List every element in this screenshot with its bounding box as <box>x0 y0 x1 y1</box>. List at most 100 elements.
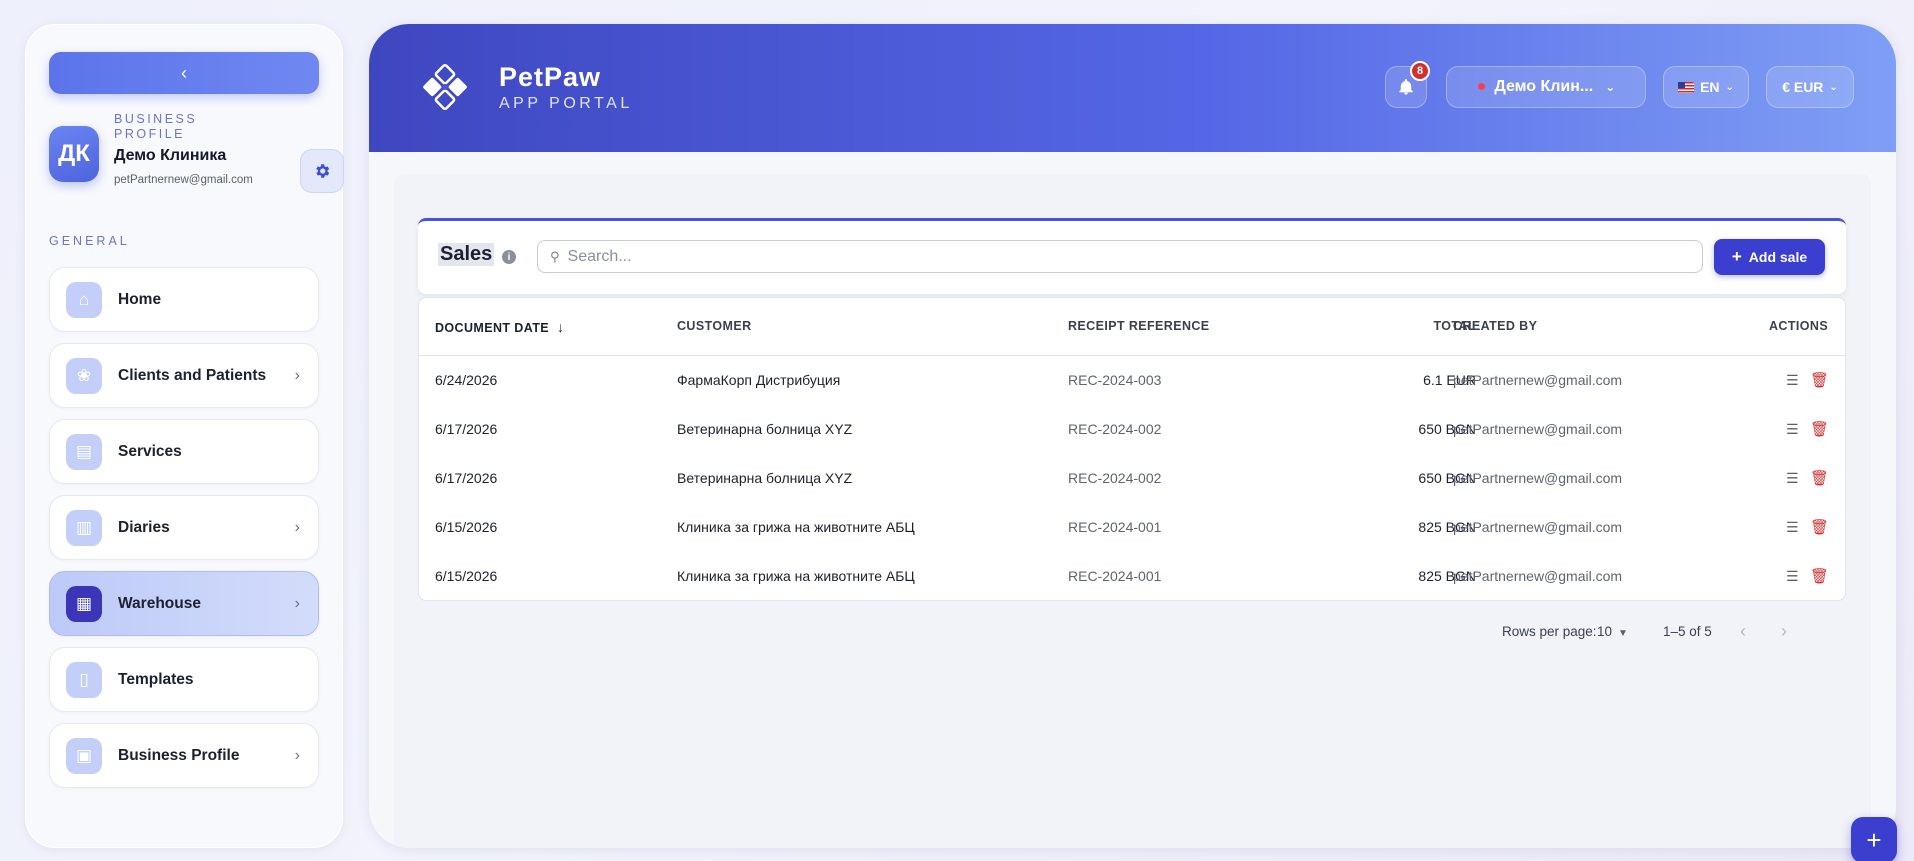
cell-created-by: petPartnernew@gmail.com <box>1453 568 1623 584</box>
plus-icon: + <box>1866 824 1882 855</box>
avatar: ДК <box>49 126 99 182</box>
column-header-customer[interactable]: CUSTOMER <box>677 319 752 333</box>
profile-name: Демо Клиника <box>114 147 227 164</box>
cell-receipt: REC-2024-002 <box>1068 470 1162 486</box>
book-icon: ▥ <box>66 509 102 546</box>
table-row[interactable]: 6/17/2026 Ветеринарна болница XYZ REC-20… <box>419 405 1845 454</box>
sidebar-item-label: Templates <box>118 670 194 688</box>
search-input[interactable] <box>567 247 1668 266</box>
table-row[interactable]: 6/24/2026 ФармаКорп Дистрибуция REC-2024… <box>419 356 1845 405</box>
sidebar-item-services[interactable]: ▤ Services <box>49 419 319 484</box>
sidebar-item-label: Diaries <box>118 518 170 536</box>
sidebar: ‹ ДК BUSINESS PROFILE Демо Клиника petPa… <box>25 24 344 848</box>
brand-name: PetPaw <box>499 62 602 92</box>
bell-icon <box>1399 79 1413 95</box>
floating-add-button[interactable]: + <box>1851 817 1897 861</box>
caret-down-icon: ▼ <box>1618 628 1628 639</box>
chevron-left-icon: ‹ <box>181 62 187 83</box>
search-box[interactable]: ⚲ <box>537 240 1703 273</box>
details-list-icon[interactable]: ☰ <box>1786 519 1799 536</box>
cell-receipt: REC-2024-003 <box>1068 372 1162 388</box>
clinic-name: Демо Клин... <box>1494 78 1594 95</box>
previous-page-button[interactable]: ‹ <box>1740 621 1746 642</box>
table-row[interactable]: 6/17/2026 Ветеринарна болница XYZ REC-20… <box>419 454 1845 503</box>
sidebar-item-templates[interactable]: ▯ Templates <box>49 647 319 712</box>
details-list-icon[interactable]: ☰ <box>1786 568 1799 585</box>
us-flag-icon <box>1678 81 1695 93</box>
details-list-icon[interactable]: ☰ <box>1786 421 1799 438</box>
currency-label: € EUR <box>1782 79 1824 95</box>
sales-toolbar: Sales i ⚲ + Add sale <box>418 218 1846 294</box>
section-label-general: GENERAL <box>49 234 130 248</box>
trash-icon[interactable]: 🗑 <box>1810 469 1829 487</box>
cell-created-by: petPartnernew@gmail.com <box>1453 372 1623 388</box>
document-icon: ▯ <box>66 661 102 698</box>
column-header-receipt-reference[interactable]: RECEIPT REFERENCE <box>1068 319 1210 333</box>
details-list-icon[interactable]: ☰ <box>1786 372 1799 389</box>
profile-kicker: BUSINESS PROFILE <box>114 112 198 141</box>
warehouse-icon: ▦ <box>66 585 102 622</box>
rows-per-page-select[interactable]: 10 ▼ <box>1597 624 1628 639</box>
profile-email: petPartnernew@gmail.com <box>114 174 253 186</box>
business-icon: ▣ <box>66 737 102 774</box>
cell-date: 6/15/2026 <box>435 568 498 584</box>
add-sale-label: Add sale <box>1748 249 1808 265</box>
chevron-right-icon: › <box>294 594 300 612</box>
page-title: Sales <box>438 243 495 266</box>
language-selector[interactable]: EN ⌄ <box>1663 66 1749 108</box>
location-pin-icon: ● <box>1476 78 1487 95</box>
sidebar-item-clients-and-patients[interactable]: ❀ Clients and Patients › <box>49 343 319 408</box>
details-list-icon[interactable]: ☰ <box>1786 470 1799 487</box>
brand-subtitle: APP PORTAL <box>499 95 633 112</box>
table-pagination: Rows per page: 10 ▼ 1–5 of 5 ‹ › <box>418 604 1846 654</box>
language-label: EN <box>1700 79 1720 95</box>
sidebar-item-label: Services <box>118 442 182 460</box>
sidebar-item-business-profile[interactable]: ▣ Business Profile › <box>49 723 319 788</box>
chevron-down-icon: ⌄ <box>1605 80 1616 94</box>
collapse-sidebar-button[interactable]: ‹ <box>49 52 319 94</box>
clinic-selector[interactable]: ● Демо Клин... ⌄ <box>1446 66 1646 108</box>
cell-created-by: petPartnernew@gmail.com <box>1453 470 1623 486</box>
sales-table: DOCUMENT DATE ↓ CUSTOMER RECEIPT REFERENC… <box>418 297 1846 601</box>
settings-button[interactable] <box>300 149 344 193</box>
search-icon: ⚲ <box>550 248 560 264</box>
cell-date: 6/17/2026 <box>435 470 498 486</box>
trash-icon[interactable]: 🗑 <box>1810 518 1829 536</box>
cell-customer: Клиника за грижа на животните АБЦ <box>677 519 915 535</box>
column-header-created-by[interactable]: CREATED BY <box>1453 319 1537 333</box>
add-sale-button[interactable]: + Add sale <box>1714 239 1825 275</box>
sidebar-item-home[interactable]: ⌂ Home <box>49 267 319 332</box>
column-header-actions: ACTIONS <box>1769 319 1829 333</box>
paw-icon: ❀ <box>66 357 102 394</box>
next-page-button[interactable]: › <box>1781 621 1787 642</box>
table-row[interactable]: 6/15/2026 Клиника за грижа на животните … <box>419 552 1845 601</box>
info-icon[interactable]: i <box>502 250 516 264</box>
sidebar-item-label: Clients and Patients <box>118 366 267 384</box>
sidebar-item-warehouse[interactable]: ▦ Warehouse › <box>49 571 319 636</box>
rows-per-page-label: Rows per page: <box>1502 624 1597 639</box>
main-panel: PetPaw APP PORTAL 8 ● Демо Клин... ⌄ EN … <box>369 24 1896 848</box>
notifications-button[interactable]: 8 <box>1385 61 1430 108</box>
currency-selector[interactable]: € EUR ⌄ <box>1766 66 1854 108</box>
gear-icon <box>316 164 330 178</box>
column-header-document-date[interactable]: DOCUMENT DATE ↓ <box>435 319 564 335</box>
cell-receipt: REC-2024-001 <box>1068 568 1162 584</box>
sort-down-arrow-icon: ↓ <box>557 319 565 335</box>
table-row[interactable]: 6/15/2026 Клиника за грижа на животните … <box>419 503 1845 552</box>
sidebar-item-diaries[interactable]: ▥ Diaries › <box>49 495 319 560</box>
trash-icon[interactable]: 🗑 <box>1810 371 1829 389</box>
cell-created-by: petPartnernew@gmail.com <box>1453 421 1623 437</box>
sidebar-item-label: Home <box>118 290 162 308</box>
cell-customer: Ветеринарна болница XYZ <box>677 470 853 486</box>
sales-content: Sales i ⚲ + Add sale DOCUMENT DATE↓ CUST… <box>394 174 1871 848</box>
trash-icon[interactable]: 🗑 <box>1810 420 1829 438</box>
trash-icon[interactable]: 🗑 <box>1810 567 1829 585</box>
cell-customer: Клиника за грижа на животните АБЦ <box>677 568 915 584</box>
cell-date: 6/24/2026 <box>435 372 498 388</box>
table-header: DOCUMENT DATE ↓ CUSTOMER RECEIPT REFERENC… <box>419 298 1845 356</box>
chevron-right-icon: › <box>294 518 300 536</box>
chevron-right-icon: › <box>294 366 300 384</box>
notification-count-badge: 8 <box>1410 61 1430 81</box>
sidebar-item-label: Business Profile <box>118 746 240 764</box>
chevron-down-icon: ⌄ <box>1829 81 1838 93</box>
